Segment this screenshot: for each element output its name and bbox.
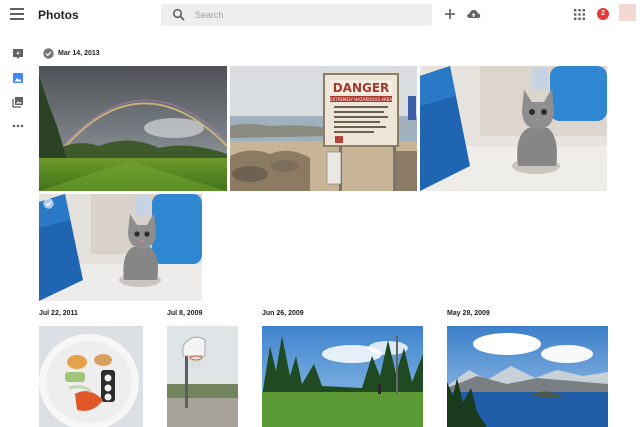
apps-grid-icon[interactable]: [574, 9, 585, 20]
cloud-upload-icon[interactable]: [466, 7, 481, 21]
assistant-icon[interactable]: [12, 48, 24, 60]
sign-heading: DANGER: [333, 81, 390, 95]
check-circle-icon[interactable]: [43, 48, 54, 59]
date-label-mar-14-2013: Mar 14, 2013: [58, 50, 100, 57]
search-icon: [172, 8, 185, 21]
app-title: Photos: [38, 8, 79, 22]
photo-danger-sign[interactable]: DANGER EXTREMELY HAZARDOUS AREA: [230, 66, 417, 191]
photo-kitten-2[interactable]: [39, 194, 202, 301]
avatar[interactable]: [619, 4, 636, 21]
photo-basketball-hoop[interactable]: [167, 326, 238, 427]
top-bar: Photos 2: [0, 0, 640, 30]
plus-icon[interactable]: [443, 7, 457, 21]
notification-badge[interactable]: 2: [597, 8, 609, 20]
date-label-jul-8-2009: Jul 8, 2009: [167, 310, 203, 317]
photo-rainbow[interactable]: [39, 66, 227, 191]
photo-kitten[interactable]: [420, 66, 607, 191]
menu-icon[interactable]: [10, 8, 24, 20]
photo-crater-lake[interactable]: [447, 326, 608, 427]
photo-park-trees[interactable]: [262, 326, 423, 427]
sign-subheading: EXTREMELY HAZARDOUS AREA: [330, 97, 392, 102]
search-bar[interactable]: [161, 4, 432, 26]
date-label-may-28-2009: May 28, 2009: [447, 310, 490, 317]
search-input[interactable]: [195, 7, 415, 23]
check-circle-icon[interactable]: [43, 198, 54, 209]
albums-icon[interactable]: [12, 96, 24, 108]
photos-icon[interactable]: [12, 72, 24, 84]
photo-sushi[interactable]: [39, 326, 143, 427]
date-label-jul-22-2011: Jul 22, 2011: [39, 310, 78, 317]
date-label-jun-26-2009: Jun 26, 2009: [262, 310, 304, 317]
more-icon[interactable]: [12, 120, 24, 132]
